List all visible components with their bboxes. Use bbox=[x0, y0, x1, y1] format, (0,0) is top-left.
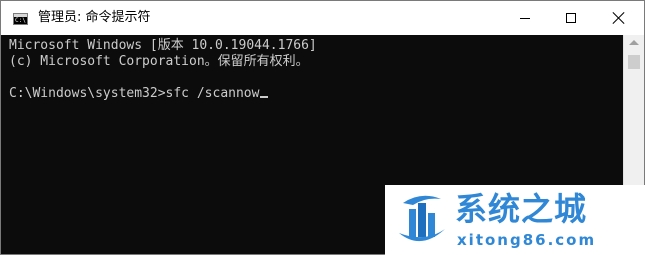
title-bar[interactable]: C:\ 管理员: 命令提示符 bbox=[1, 1, 644, 35]
watermark-overlay: 系统之城 xitong86.com bbox=[385, 185, 645, 255]
console-prompt-line[interactable]: C:\Windows\system32>sfc /scannow bbox=[9, 86, 623, 102]
minimize-button[interactable] bbox=[502, 1, 548, 35]
city-logo-icon bbox=[399, 195, 445, 242]
text-cursor bbox=[260, 96, 269, 98]
watermark-chinese-text: 系统之城 bbox=[455, 190, 588, 228]
console-line-copyright: (c) Microsoft Corporation。保留所有权利。 bbox=[9, 54, 309, 69]
scroll-thumb[interactable] bbox=[628, 55, 640, 69]
console-command: C:\Windows\system32>sfc /scannow bbox=[9, 86, 260, 101]
scroll-up-arrow-icon[interactable] bbox=[629, 40, 639, 45]
watermark-url-text: xitong86.com bbox=[457, 231, 597, 249]
close-button[interactable] bbox=[594, 1, 644, 35]
cmd-app-icon[interactable]: C:\ bbox=[13, 13, 28, 25]
maximize-button[interactable] bbox=[548, 1, 594, 35]
minimize-icon bbox=[520, 17, 530, 19]
close-icon bbox=[613, 12, 625, 24]
icon-text: C:\ bbox=[15, 17, 26, 24]
window-title: 管理员: 命令提示符 bbox=[38, 10, 151, 25]
console-line-version: Microsoft Windows [版本 10.0.19044.1766] bbox=[9, 38, 317, 53]
maximize-icon bbox=[566, 13, 576, 23]
